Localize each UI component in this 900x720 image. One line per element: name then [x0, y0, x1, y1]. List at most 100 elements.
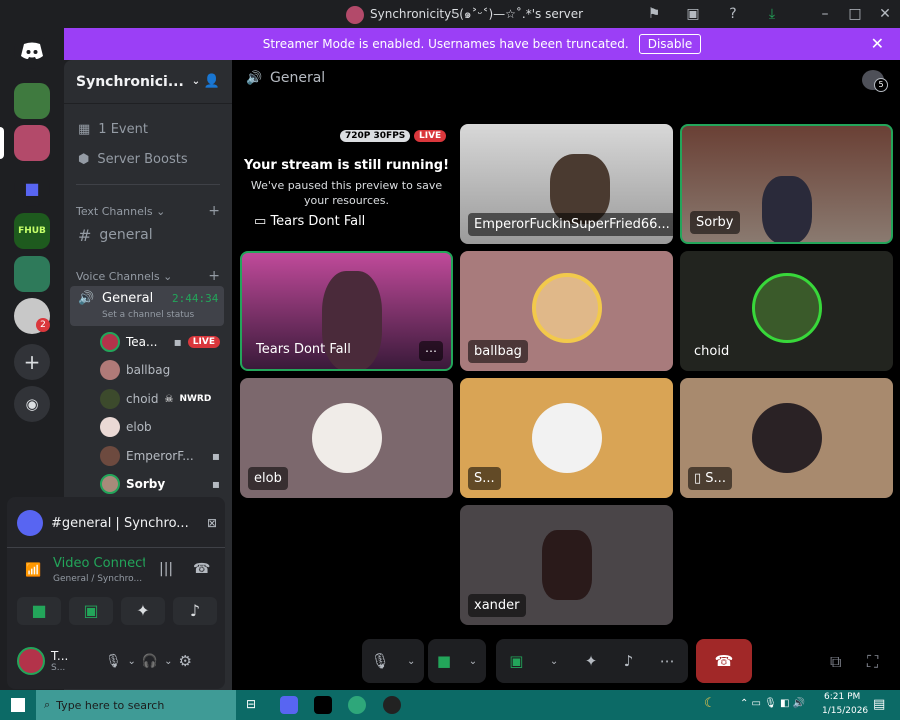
server-wolf[interactable]: [14, 256, 50, 292]
fullscreen-icon[interactable]: ⛶: [867, 652, 878, 672]
video-tile[interactable]: Tears Dont Fall ⋯: [240, 251, 453, 371]
flag-icon[interactable]: ⚑: [645, 5, 663, 23]
server-minecraft[interactable]: [14, 83, 50, 119]
clock-date[interactable]: 1/15/2026: [822, 706, 868, 716]
stream-name-row: ▭ Tears Dont Fall: [254, 214, 365, 229]
voice-user[interactable]: EmperorF... ▪: [100, 444, 220, 468]
settings-gear-icon[interactable]: ⚙: [178, 652, 191, 670]
search-placeholder: Type here to search: [56, 698, 165, 712]
user-avatar: [542, 530, 592, 600]
speaker-icon: 🔊: [246, 71, 263, 86]
mic-icon: 🎙: [370, 652, 390, 670]
activity-label: #general | Synchro...: [51, 515, 189, 531]
video-tile[interactable]: choid: [680, 251, 893, 371]
tray-icons[interactable]: ⌃ ▭ 🎙 ◧ 🔊: [740, 698, 805, 709]
taskbar-edge-icon[interactable]: [348, 696, 366, 714]
video-tile[interactable]: elob: [240, 378, 453, 498]
windows-start-icon[interactable]: [11, 698, 25, 712]
noise-suppression-icon[interactable]: |||: [159, 561, 173, 577]
video-tile[interactable]: S...: [460, 378, 673, 498]
add-channel-icon[interactable]: +: [208, 268, 220, 284]
soundboard-button[interactable]: ♪: [173, 597, 217, 625]
voice-user[interactable]: ballbag: [100, 358, 220, 382]
activities-icon[interactable]: ✦: [585, 652, 598, 670]
camera-button[interactable]: ■: [17, 597, 61, 625]
mic-control[interactable]: 🎙 ⌄: [362, 639, 424, 683]
live-badge: LIVE: [414, 130, 447, 142]
add-channel-icon[interactable]: +: [208, 203, 220, 219]
user-avatar[interactable]: [17, 647, 45, 675]
chevron-down-icon[interactable]: ⌄: [550, 656, 558, 667]
invite-icon[interactable]: 👤: [204, 74, 220, 89]
boosts-item[interactable]: ⬢ Server Boosts: [72, 145, 224, 173]
banner-close-icon[interactable]: ✕: [871, 34, 884, 53]
channel-status[interactable]: Set a channel status: [102, 310, 194, 320]
taskbar-search[interactable]: ⌕ Type here to search: [36, 690, 236, 720]
taskbar-capcut-icon[interactable]: [314, 696, 332, 714]
video-tile[interactable]: Sorby: [680, 124, 893, 244]
voice-user[interactable]: Sorby ▪: [100, 472, 220, 496]
video-tile[interactable]: ▯ S...: [680, 378, 893, 498]
inbox-icon[interactable]: ▣: [684, 5, 702, 23]
close-icon[interactable]: ✕: [876, 5, 894, 23]
headphones-icon[interactable]: 🎧: [142, 654, 158, 669]
add-server-icon[interactable]: +: [14, 344, 50, 380]
camera-control[interactable]: ■ ⌄: [428, 639, 486, 683]
video-tile[interactable]: xander: [460, 505, 673, 625]
discord-home-icon[interactable]: [14, 33, 50, 69]
soundboard-icon[interactable]: ♪: [624, 652, 634, 670]
taskbar-obs-icon[interactable]: [383, 696, 401, 714]
taskbar-discord-icon[interactable]: [280, 696, 298, 714]
share-screen-button[interactable]: ▣: [69, 597, 113, 625]
voice-user[interactable]: elob: [100, 415, 220, 439]
disconnect-icon[interactable]: ☎: [193, 561, 210, 577]
category-label: Text Channels: [76, 204, 153, 218]
activities-button[interactable]: ✦: [121, 597, 165, 625]
moon-icon[interactable]: ☾: [704, 696, 716, 711]
voice-user[interactable]: choid ☠ NWRD: [100, 387, 220, 411]
share-screen-icon[interactable]: ▣: [509, 652, 523, 670]
channel-general[interactable]: # general: [72, 221, 224, 249]
popout-icon[interactable]: ⧉: [830, 652, 841, 672]
voice-channels-category[interactable]: Voice Channels ⌄ +: [76, 268, 220, 284]
chevron-down-icon[interactable]: ⌄: [407, 656, 415, 667]
activity-row[interactable]: #general | Synchro... ⊠: [17, 509, 217, 537]
user-name-block[interactable]: T... S...: [51, 649, 99, 673]
mic-icon[interactable]: 🎙: [105, 654, 122, 669]
user-panel: #general | Synchro... ⊠ 📶 Video Connecte…: [7, 497, 225, 689]
activity-controls: ▣ ⌄ ✦ ♪ ⋯: [496, 639, 688, 683]
server-synchronicity[interactable]: [14, 125, 50, 161]
server-header[interactable]: Synchronici... ⌄ 👤: [64, 60, 232, 104]
stop-stream-icon[interactable]: ⊠: [207, 516, 217, 530]
server-fhub[interactable]: FHUB: [14, 213, 50, 249]
discord-icon: [17, 510, 43, 536]
voice-user[interactable]: Tea... ▪ LIVE: [100, 330, 220, 354]
stream-body: We've paused this preview to save your r…: [250, 179, 443, 207]
chevron-down-icon[interactable]: ⌄: [164, 656, 172, 667]
more-icon[interactable]: ⋯: [660, 652, 675, 670]
events-item[interactable]: ▦ 1 Event: [72, 115, 224, 143]
maximize-icon[interactable]: □: [846, 5, 864, 23]
help-icon[interactable]: ?: [724, 5, 742, 23]
download-icon[interactable]: ⤓: [763, 5, 781, 23]
chevron-down-icon[interactable]: ⌄: [469, 656, 477, 667]
folder-icon[interactable]: ■: [14, 170, 50, 206]
chevron-down-icon[interactable]: ⌄: [128, 656, 136, 667]
video-tile[interactable]: EmperorFuckinSuperFried66...: [460, 124, 673, 244]
avatar: [100, 446, 120, 466]
more-options-icon[interactable]: ⋯: [419, 341, 443, 361]
task-view-icon[interactable]: ⊟: [246, 697, 256, 711]
boost-icon: ⬢: [78, 151, 90, 167]
call-timer: 2:44:34: [172, 292, 219, 305]
text-channels-category[interactable]: Text Channels ⌄ +: [76, 203, 220, 219]
clock-time[interactable]: 6:21 PM: [824, 692, 860, 702]
notification-icon[interactable]: ▤: [873, 697, 885, 712]
disable-button[interactable]: Disable: [638, 34, 702, 54]
voice-status[interactable]: Video Connecte: [53, 556, 145, 571]
video-tile[interactable]: ballbag: [460, 251, 673, 371]
discover-icon[interactable]: ◉: [14, 386, 50, 422]
disconnect-button[interactable]: ☎: [696, 639, 752, 683]
voice-channel-general[interactable]: 🔊 General 2:44:34 Set a channel status: [70, 286, 224, 326]
skull-icon: ☠: [164, 393, 174, 405]
minimize-icon[interactable]: –: [816, 5, 834, 23]
